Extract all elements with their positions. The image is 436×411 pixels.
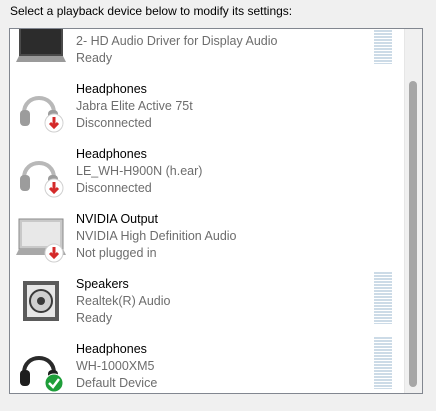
monitor-icon (16, 29, 66, 62)
device-item-jabra-headphones[interactable]: Headphones Jabra Elite Active 75t Discon… (10, 71, 406, 136)
device-description: LE_WH-H900N (h.ear) (76, 164, 203, 178)
volume-level-meter (374, 337, 392, 389)
device-status: Default Device (76, 376, 158, 390)
headphones-icon (20, 96, 64, 133)
headphones-icon (20, 161, 64, 198)
device-item-wh-h900n-headphones[interactable]: Headphones LE_WH-H900N (h.ear) Disconnec… (10, 136, 406, 201)
device-item-nvidia-output[interactable]: NVIDIA Output NVIDIA High Definition Aud… (10, 201, 406, 266)
device-name: Headphones (76, 82, 147, 96)
device-status: Ready (76, 311, 113, 325)
device-name: Speakers (76, 277, 129, 291)
device-description: Realtek(R) Audio (76, 294, 171, 308)
default-check-icon (44, 373, 64, 393)
disconnected-arrow-icon (44, 113, 64, 133)
device-description: WH-1000XM5 (76, 359, 155, 373)
device-item-wh-1000xm5-headphones[interactable]: Headphones WH-1000XM5 Default Device (10, 331, 406, 393)
volume-level-meter (374, 29, 392, 64)
scrollbar-thumb[interactable] (409, 81, 417, 387)
device-status: Ready (76, 51, 113, 65)
disconnected-arrow-icon (44, 243, 64, 263)
device-status: Disconnected (76, 116, 152, 130)
device-description: 2- HD Audio Driver for Display Audio (76, 34, 278, 48)
device-description: Jabra Elite Active 75t (76, 99, 193, 113)
device-status: Not plugged in (76, 246, 157, 260)
device-item-display-audio[interactable]: 2- HD Audio Driver for Display Audio Rea… (10, 29, 406, 71)
device-name: Headphones (76, 342, 147, 356)
volume-level-meter (374, 272, 392, 324)
speaker-icon (23, 281, 59, 321)
device-status: Disconnected (76, 181, 152, 195)
device-name: Headphones (76, 147, 147, 161)
device-description: NVIDIA High Definition Audio (76, 229, 237, 243)
headphones-icon (20, 356, 64, 393)
device-name: NVIDIA Output (76, 212, 158, 226)
playback-device-list[interactable]: 2- HD Audio Driver for Display Audio Rea… (9, 28, 423, 394)
monitor-icon (16, 218, 66, 263)
device-item-realtek-speakers[interactable]: Speakers Realtek(R) Audio Ready (10, 266, 406, 331)
instruction-text: Select a playback device below to modify… (10, 4, 293, 18)
disconnected-arrow-icon (44, 178, 64, 198)
vertical-scrollbar[interactable] (404, 29, 422, 393)
